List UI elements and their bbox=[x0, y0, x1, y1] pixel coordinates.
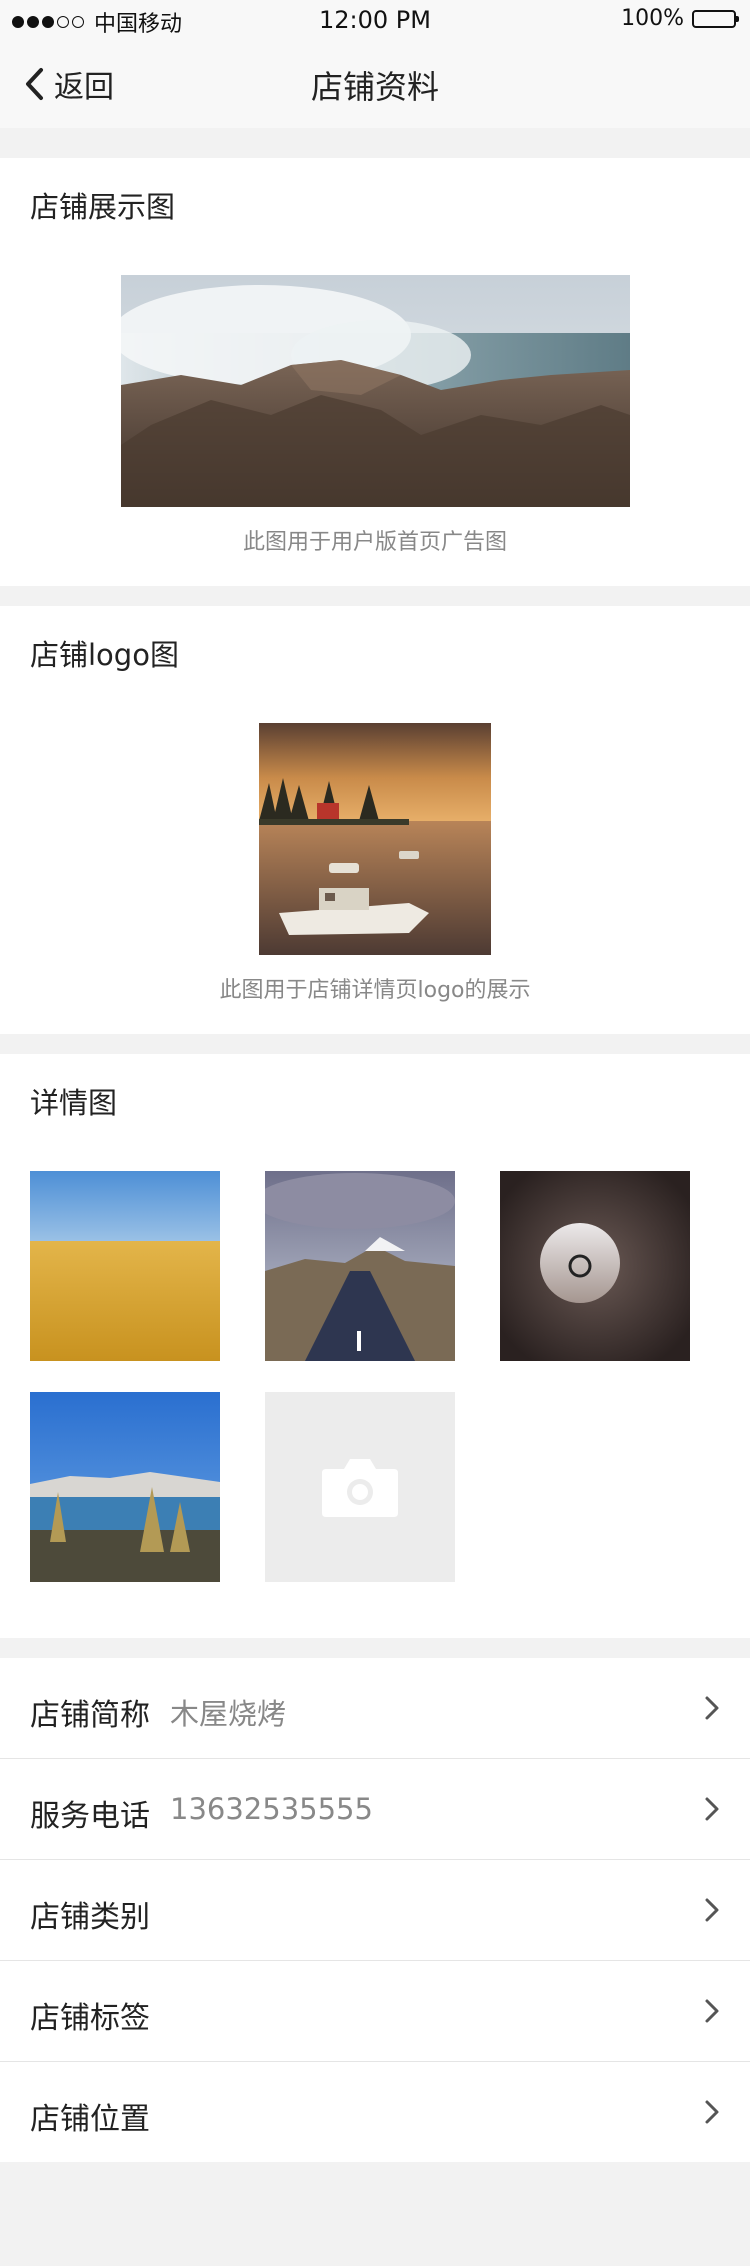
row-short-name[interactable]: 店铺简称 木屋烧烤 bbox=[0, 1658, 750, 1759]
section-title: 店铺logo图 bbox=[30, 638, 179, 672]
chevron-right-icon bbox=[705, 1797, 719, 1821]
chevron-right-icon bbox=[705, 1999, 719, 2023]
detail-image[interactable] bbox=[30, 1171, 220, 1361]
add-photo-button[interactable] bbox=[265, 1392, 455, 1582]
logo-section: 店铺logo图 此图用于店铺详情页logo的展示 bbox=[0, 606, 750, 1034]
section-title: 详情图 bbox=[30, 1086, 118, 1120]
row-label: 店铺类别 bbox=[30, 1900, 150, 1935]
chevron-right-icon bbox=[705, 1696, 719, 1720]
row-category[interactable]: 店铺类别 bbox=[0, 1860, 750, 1961]
row-label: 店铺简称 bbox=[30, 1698, 150, 1733]
detail-image[interactable] bbox=[265, 1171, 455, 1361]
row-label: 服务电话 bbox=[30, 1799, 150, 1834]
store-info-list: 店铺简称 木屋烧烤 服务电话 13632535555 店铺类别 店铺标签 店铺位… bbox=[0, 1658, 750, 2162]
camera-icon bbox=[322, 1459, 398, 1517]
banner-caption: 此图用于用户版首页广告图 bbox=[242, 530, 507, 555]
section-title: 店铺展示图 bbox=[30, 190, 176, 224]
page-title: 店铺资料 bbox=[310, 68, 439, 106]
logo-image[interactable] bbox=[259, 723, 491, 955]
row-service-phone[interactable]: 服务电话 13632535555 bbox=[0, 1759, 750, 1860]
banner-image[interactable] bbox=[121, 275, 630, 507]
row-label: 店铺标签 bbox=[30, 2001, 150, 2036]
chevron-right-icon bbox=[705, 2100, 719, 2124]
battery-icon bbox=[692, 9, 739, 28]
detail-section: 详情图 bbox=[0, 1054, 750, 1638]
detail-image[interactable] bbox=[30, 1392, 220, 1582]
banner-section: 店铺展示图 此图用于用户版首页广告图 bbox=[0, 158, 750, 586]
row-value: 13632535555 bbox=[170, 1792, 373, 1826]
battery-percent: 100% bbox=[621, 6, 684, 31]
chevron-right-icon bbox=[705, 1898, 719, 1922]
row-value: 木屋烧烤 bbox=[170, 1697, 287, 1731]
nav-bar: 返回 店铺资料 bbox=[0, 40, 750, 128]
detail-image[interactable] bbox=[500, 1171, 690, 1361]
row-location[interactable]: 店铺位置 bbox=[0, 2062, 750, 2162]
row-label: 店铺位置 bbox=[30, 2102, 150, 2137]
row-tags[interactable]: 店铺标签 bbox=[0, 1961, 750, 2062]
status-bar: 中国移动 12:00 PM 100% bbox=[0, 0, 750, 40]
logo-caption: 此图用于店铺详情页logo的展示 bbox=[219, 978, 531, 1003]
status-right: 100% bbox=[621, 6, 739, 31]
